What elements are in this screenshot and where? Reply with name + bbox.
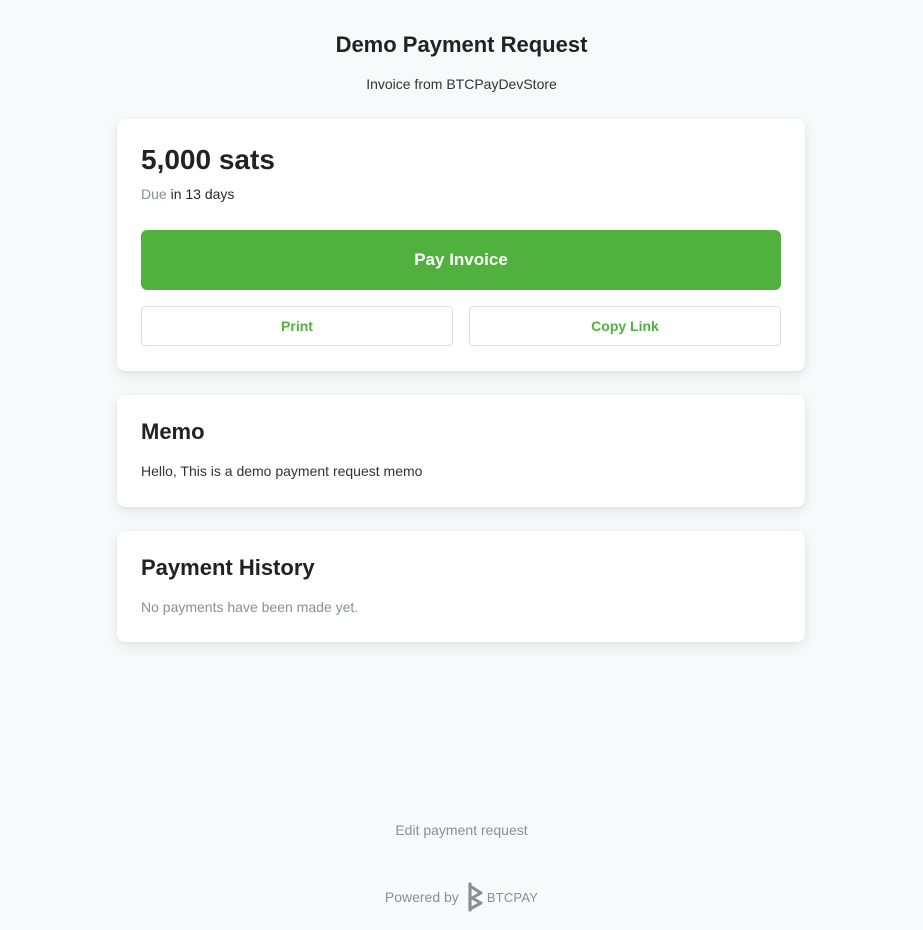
btcpay-logo[interactable]: BTCPAY [467,882,538,912]
secondary-actions: Print Copy Link [141,306,781,346]
due-label: Due [141,186,167,202]
pay-invoice-button[interactable]: Pay Invoice [141,230,781,290]
copy-link-button[interactable]: Copy Link [469,306,781,346]
page-title: Demo Payment Request [335,32,588,57]
edit-payment-request-link[interactable]: Edit payment request [0,821,923,839]
btcpay-logo-icon [468,882,483,912]
powered-by-text: Powered by [384,889,459,905]
powered-by: Powered by BTCPAY [0,882,923,912]
due-line: Due in 13 days [141,185,781,203]
page-subtitle: Invoice from BTCPayDevStore [366,76,557,92]
btcpay-wordmark: BTCPAY [486,889,539,905]
page-header: Demo Payment Request Invoice from BTCPay… [0,0,923,93]
memo-title: Memo [141,419,205,444]
payment-history-title: Payment History [141,555,315,580]
payment-history-empty: No payments have been made yet. [141,599,359,615]
invoice-amount: 5,000 sats [141,144,275,175]
print-button[interactable]: Print [141,306,453,346]
payment-history-card: Payment History No payments have been ma… [117,531,805,642]
payment-request-page: Demo Payment Request Invoice from BTCPay… [0,0,923,930]
due-value: in 13 days [170,186,235,202]
amount-card: 5,000 sats Due in 13 days Pay Invoice Pr… [117,119,805,371]
memo-card: Memo Hello, This is a demo payment reque… [117,395,805,507]
memo-text: Hello, This is a demo payment request me… [141,463,423,479]
